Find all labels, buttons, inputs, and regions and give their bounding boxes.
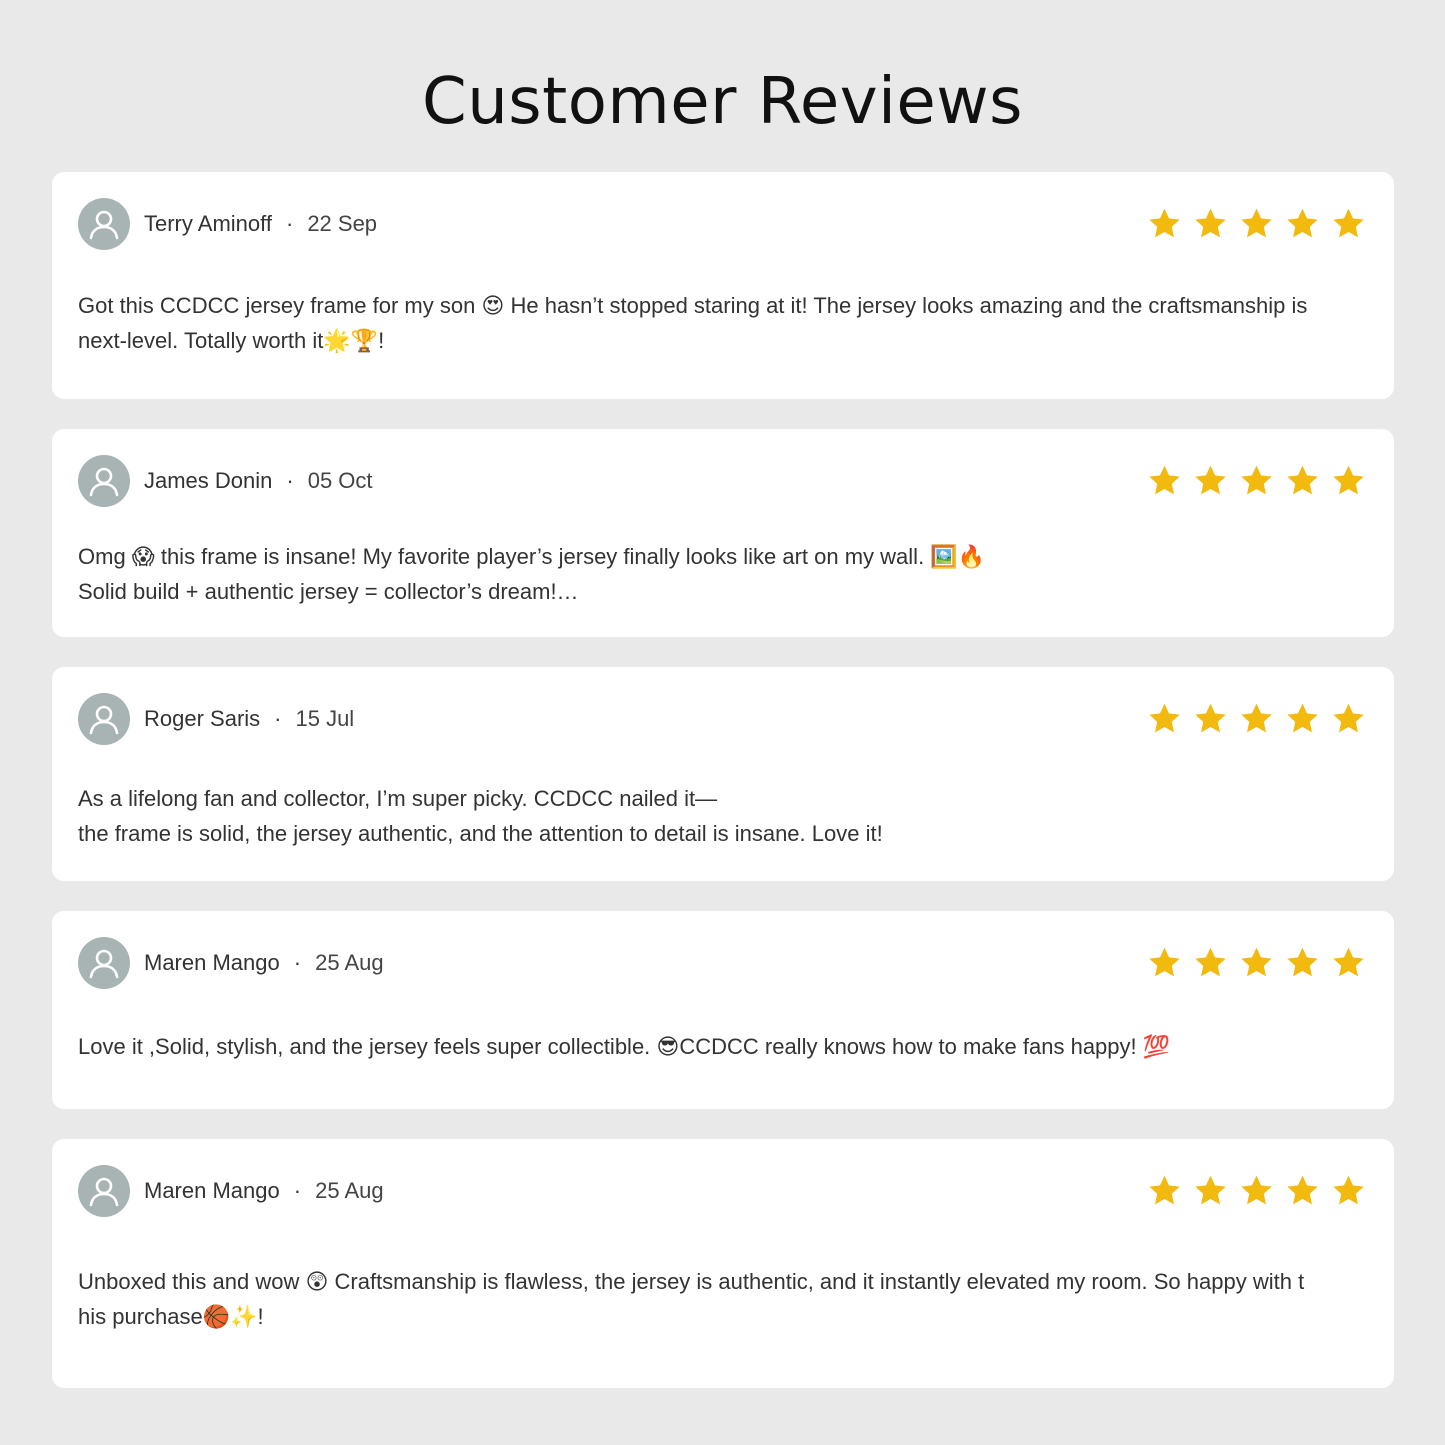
star-icon — [1287, 465, 1318, 495]
user-icon — [89, 467, 119, 497]
avatar — [78, 1165, 130, 1217]
review-card: James Donin · 05 Oct Omg 😱 this frame is… — [52, 429, 1394, 637]
reviewer-name: Maren Mango — [144, 950, 280, 975]
review-line: As a lifelong fan and collector, I’m sup… — [78, 786, 718, 811]
separator: · — [293, 1178, 302, 1203]
review-line: Solid build + authentic jersey = collect… — [78, 579, 579, 604]
user-icon — [89, 1177, 119, 1207]
star-icon — [1149, 703, 1180, 733]
star-icon — [1333, 703, 1364, 733]
review-date: 22 Sep — [307, 211, 378, 236]
user-icon — [89, 705, 119, 735]
review-header: Roger Saris · 15 Jul — [78, 693, 354, 745]
separator: · — [286, 468, 294, 493]
avatar — [78, 198, 130, 250]
star-icon — [1333, 208, 1364, 238]
user-icon — [89, 949, 119, 979]
review-line: Got this CCDCC jersey frame for my son 😍… — [78, 293, 1308, 318]
star-icon — [1195, 703, 1226, 733]
review-line: next-level. Totally worth it🌟🏆! — [78, 328, 385, 353]
review-line: his purchase🏀✨! — [78, 1304, 264, 1329]
star-rating — [1147, 1173, 1366, 1208]
star-icon — [1333, 1175, 1364, 1205]
star-icon — [1149, 465, 1180, 495]
star-icon — [1241, 703, 1272, 733]
star-icon — [1287, 1175, 1318, 1205]
star-icon — [1195, 465, 1226, 495]
review-text: Got this CCDCC jersey frame for my son 😍… — [78, 288, 1354, 358]
separator: · — [285, 211, 294, 236]
review-text: As a lifelong fan and collector, I’m sup… — [78, 781, 1354, 851]
star-icon — [1195, 1175, 1226, 1205]
star-icon — [1333, 947, 1364, 977]
review-card: Roger Saris · 15 Jul As a lifelong fan a… — [52, 667, 1394, 881]
star-icon — [1195, 947, 1226, 977]
review-header: Terry Aminoff · 22 Sep — [78, 198, 377, 250]
review-line: Unboxed this and wow 😲 Craftsmanship is … — [78, 1269, 1305, 1294]
review-date: 15 Jul — [295, 706, 355, 731]
review-card: Maren Mango · 25 Aug Unboxed this and wo… — [52, 1139, 1394, 1388]
separator: · — [293, 950, 302, 975]
review-line: Love it ,Solid, stylish, and the jersey … — [78, 1034, 1171, 1059]
star-icon — [1149, 947, 1180, 977]
star-icon — [1287, 947, 1318, 977]
review-line: Omg 😱 this frame is insane! My favorite … — [78, 544, 986, 569]
star-icon — [1241, 947, 1272, 977]
star-icon — [1195, 208, 1226, 238]
star-icon — [1149, 208, 1180, 238]
review-header: James Donin · 05 Oct — [78, 455, 373, 507]
review-line: the frame is solid, the jersey authentic… — [78, 821, 883, 846]
review-date: 05 Oct — [307, 468, 373, 493]
review-header: Maren Mango · 25 Aug — [78, 1165, 384, 1217]
review-card: Terry Aminoff · 22 Sep Got this CCDCC je… — [52, 172, 1394, 399]
star-rating — [1147, 206, 1366, 241]
star-icon — [1287, 703, 1318, 733]
star-rating — [1147, 701, 1366, 736]
star-icon — [1149, 1175, 1180, 1205]
review-text: Love it ,Solid, stylish, and the jersey … — [78, 1029, 1354, 1064]
review-text: Unboxed this and wow 😲 Craftsmanship is … — [78, 1264, 1354, 1334]
review-header: Maren Mango · 25 Aug — [78, 937, 384, 989]
reviewer-name: Roger Saris — [144, 706, 261, 731]
avatar — [78, 693, 130, 745]
review-date: 25 Aug — [315, 950, 384, 975]
star-rating — [1147, 945, 1366, 980]
star-icon — [1241, 465, 1272, 495]
star-icon — [1241, 1175, 1272, 1205]
star-icon — [1287, 208, 1318, 238]
review-card: Maren Mango · 25 Aug Love it ,Solid, sty… — [52, 911, 1394, 1109]
avatar — [78, 455, 130, 507]
reviewer-name: James Donin — [144, 468, 273, 493]
review-date: 25 Aug — [315, 1178, 384, 1203]
separator: · — [274, 706, 282, 731]
reviewer-name: Terry Aminoff — [144, 211, 272, 236]
reviewer-name: Maren Mango — [144, 1178, 280, 1203]
star-icon — [1333, 465, 1364, 495]
star-rating — [1147, 463, 1366, 498]
user-icon — [89, 210, 119, 240]
avatar — [78, 937, 130, 989]
review-text: Omg 😱 this frame is insane! My favorite … — [78, 539, 1354, 609]
star-icon — [1241, 208, 1272, 238]
page-title: Customer Reviews — [422, 65, 1023, 139]
